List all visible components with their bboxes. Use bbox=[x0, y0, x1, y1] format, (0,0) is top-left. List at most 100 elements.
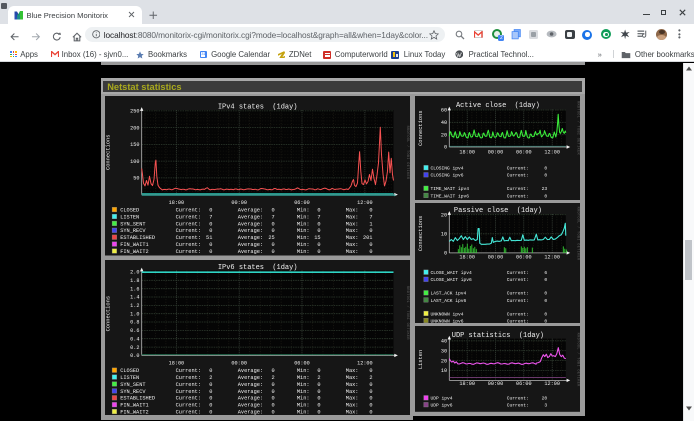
svg-text:0: 0 bbox=[317, 382, 320, 388]
svg-text:0: 0 bbox=[272, 221, 275, 227]
svg-text:0: 0 bbox=[369, 403, 372, 409]
svg-text:51: 51 bbox=[206, 235, 212, 241]
svg-text:0: 0 bbox=[544, 173, 547, 179]
svg-text:0: 0 bbox=[209, 221, 212, 227]
svg-text:100: 100 bbox=[130, 159, 139, 165]
svg-text:15: 15 bbox=[314, 235, 320, 241]
svg-text:Current:: Current: bbox=[176, 375, 201, 381]
svg-text:0: 0 bbox=[209, 368, 212, 374]
svg-text:150: 150 bbox=[130, 142, 139, 148]
svg-text:0: 0 bbox=[209, 242, 212, 248]
svg-text:0: 0 bbox=[444, 145, 447, 151]
svg-text:Listen: Listen bbox=[417, 350, 423, 369]
svg-text:2: 2 bbox=[272, 375, 275, 381]
svg-text:Active close (1day): Active close (1day) bbox=[456, 102, 540, 110]
svg-text:0: 0 bbox=[272, 403, 275, 409]
svg-text:0.2: 0.2 bbox=[130, 345, 139, 351]
svg-text:ESTABLISHED: ESTABLISHED bbox=[120, 396, 155, 402]
svg-text:0: 0 bbox=[369, 207, 372, 213]
svg-text:Average:: Average: bbox=[238, 368, 263, 374]
svg-text:06:00: 06:00 bbox=[294, 200, 310, 206]
svg-text:0: 0 bbox=[369, 389, 372, 395]
svg-text:0: 0 bbox=[544, 311, 547, 317]
svg-text:Min:: Min: bbox=[297, 382, 310, 388]
svg-text:SYN_RECV: SYN_RECV bbox=[120, 228, 146, 234]
svg-text:ESTABLISHED: ESTABLISHED bbox=[120, 235, 155, 241]
svg-text:LISTEN: LISTEN bbox=[120, 214, 139, 220]
svg-text:Max:: Max: bbox=[346, 228, 359, 234]
svg-text:12:00: 12:00 bbox=[544, 255, 560, 261]
svg-text:0: 0 bbox=[544, 291, 547, 297]
svg-text:20: 20 bbox=[441, 359, 447, 365]
svg-text:12:00: 12:00 bbox=[544, 150, 560, 156]
svg-text:Min:: Min: bbox=[297, 396, 310, 402]
svg-text:25: 25 bbox=[268, 235, 274, 241]
svg-text:0.8: 0.8 bbox=[130, 320, 139, 326]
svg-text:1.0: 1.0 bbox=[130, 311, 139, 317]
svg-text:RRDTOOL / TOBI OETIKER: RRDTOOL / TOBI OETIKER bbox=[575, 101, 580, 155]
svg-text:0: 0 bbox=[272, 409, 275, 415]
svg-text:Current:: Current: bbox=[176, 409, 201, 415]
svg-text:00:00: 00:00 bbox=[487, 381, 503, 387]
svg-text:Min:: Min: bbox=[297, 375, 310, 381]
svg-text:0.0: 0.0 bbox=[130, 353, 139, 359]
svg-text:2: 2 bbox=[369, 375, 372, 381]
svg-text:0: 0 bbox=[317, 409, 320, 415]
svg-text:Max:: Max: bbox=[346, 375, 359, 381]
svg-text:0: 0 bbox=[209, 207, 212, 213]
svg-text:0.6: 0.6 bbox=[130, 328, 139, 334]
svg-text:60: 60 bbox=[441, 108, 447, 114]
svg-text:UDP ipv6: UDP ipv6 bbox=[430, 403, 452, 409]
svg-text:7: 7 bbox=[369, 214, 372, 220]
svg-text:Current:: Current: bbox=[176, 242, 201, 248]
svg-text:Max:: Max: bbox=[346, 214, 359, 220]
svg-text:Current:: Current: bbox=[176, 389, 201, 395]
svg-text:0: 0 bbox=[369, 396, 372, 402]
svg-text:Max:: Max: bbox=[346, 389, 359, 395]
svg-text:RRDTOOL / TOBI OETIKER: RRDTOOL / TOBI OETIKER bbox=[575, 207, 580, 261]
svg-text:0: 0 bbox=[209, 389, 212, 395]
svg-text:0: 0 bbox=[209, 249, 212, 255]
svg-text:0: 0 bbox=[272, 242, 275, 248]
svg-text:Current:: Current: bbox=[506, 291, 528, 297]
svg-text:2.0: 2.0 bbox=[130, 270, 139, 276]
svg-text:Connections: Connections bbox=[417, 216, 423, 251]
svg-text:Current:: Current: bbox=[506, 173, 528, 179]
svg-text:Max:: Max: bbox=[346, 396, 359, 402]
svg-text:2: 2 bbox=[209, 375, 212, 381]
svg-text:FIN_WAIT2: FIN_WAIT2 bbox=[120, 249, 149, 255]
svg-text:Min:: Min: bbox=[297, 389, 310, 395]
svg-text:LISTEN: LISTEN bbox=[120, 375, 139, 381]
svg-text:00:00: 00:00 bbox=[231, 200, 247, 206]
svg-text:0: 0 bbox=[544, 318, 547, 323]
svg-text:Min:: Min: bbox=[297, 368, 310, 374]
svg-text:Average:: Average: bbox=[238, 409, 263, 415]
svg-text:18:00: 18:00 bbox=[459, 255, 475, 261]
svg-text:0: 0 bbox=[272, 389, 275, 395]
svg-text:0: 0 bbox=[544, 193, 547, 199]
svg-text:Current:: Current: bbox=[506, 193, 528, 199]
svg-text:1.6: 1.6 bbox=[130, 286, 139, 292]
svg-text:Max:: Max: bbox=[346, 249, 359, 255]
svg-text:0: 0 bbox=[369, 409, 372, 415]
svg-text:Min:: Min: bbox=[297, 242, 310, 248]
svg-text:1: 1 bbox=[369, 221, 372, 227]
svg-text:10: 10 bbox=[441, 231, 447, 237]
svg-text:Connections: Connections bbox=[106, 296, 112, 331]
svg-text:1.8: 1.8 bbox=[130, 278, 139, 284]
svg-text:Min:: Min: bbox=[297, 235, 310, 241]
svg-text:LAST_ACK ipv4: LAST_ACK ipv4 bbox=[430, 291, 466, 297]
svg-text:Min:: Min: bbox=[297, 228, 310, 234]
svg-text:2: 2 bbox=[317, 375, 320, 381]
svg-text:Max:: Max: bbox=[346, 207, 359, 213]
svg-text:0: 0 bbox=[317, 242, 320, 248]
svg-text:0: 0 bbox=[272, 368, 275, 374]
svg-text:0: 0 bbox=[444, 251, 447, 257]
svg-text:0: 0 bbox=[369, 228, 372, 234]
svg-text:0: 0 bbox=[272, 382, 275, 388]
svg-text:00:00: 00:00 bbox=[231, 361, 247, 367]
svg-text:40: 40 bbox=[441, 339, 447, 345]
svg-text:Min:: Min: bbox=[297, 403, 310, 409]
svg-text:Current:: Current: bbox=[176, 382, 201, 388]
svg-text:0: 0 bbox=[317, 403, 320, 409]
